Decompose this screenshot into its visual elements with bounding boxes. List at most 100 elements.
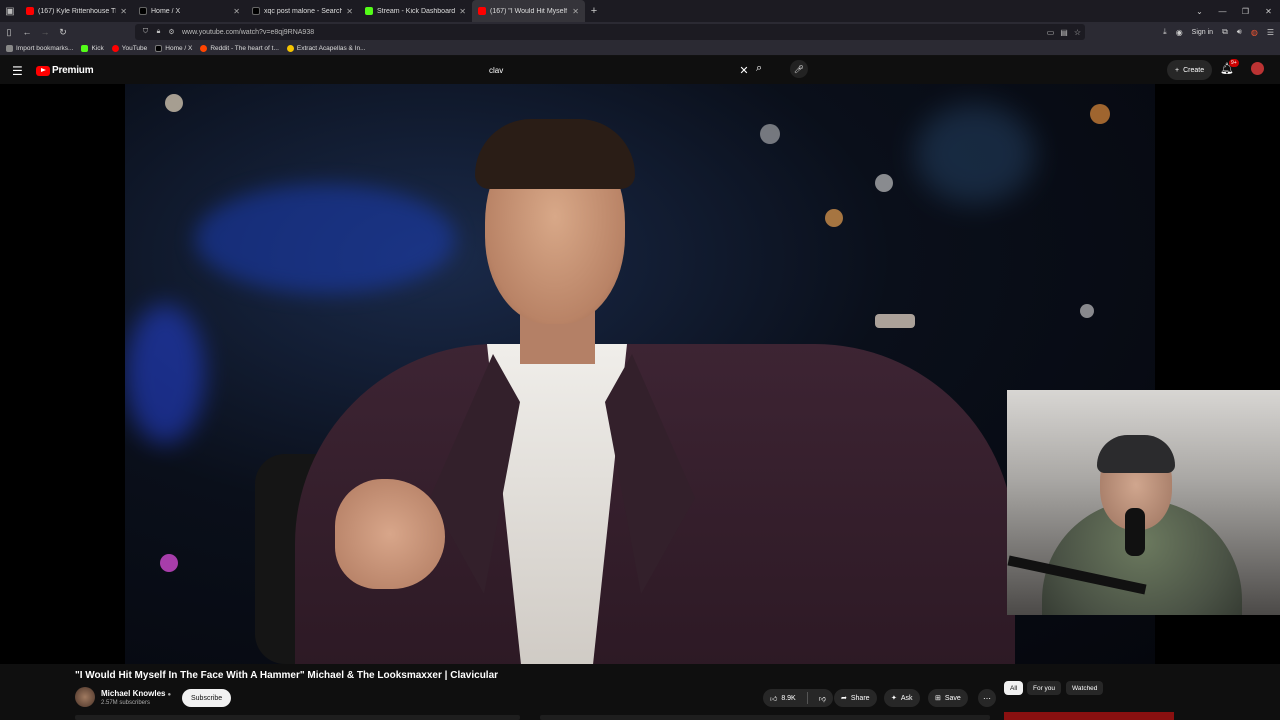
comments-preview[interactable] — [540, 715, 990, 720]
background-light — [915, 104, 1035, 204]
url-bar[interactable]: ⛉ 🔒︎ ⚙ www.youtube.com/watch?v=e8qj9RNA9… — [135, 24, 1085, 40]
new-tab-icon[interactable]: + — [585, 5, 603, 17]
tab-overview-icon[interactable]: ▣ — [0, 0, 20, 22]
reload-icon[interactable]: ↻ — [54, 22, 72, 42]
background-light — [875, 314, 915, 328]
bookmark-star-icon[interactable]: ☆ — [1074, 28, 1081, 37]
browser-tab[interactable]: Home / X ✕ — [133, 0, 246, 22]
subscribe-button[interactable]: Subscribe — [182, 689, 232, 707]
bookmark-item[interactable]: YouTube — [111, 45, 147, 52]
plus-icon: + — [1175, 66, 1180, 74]
pip-icon[interactable]: ▭ — [1047, 28, 1055, 37]
chip-watched[interactable]: Watched — [1066, 681, 1104, 695]
channel-name[interactable]: Michael Knowles ● — [101, 689, 171, 698]
bookmark-item[interactable]: Kick — [81, 45, 104, 52]
related-video-thumbnail[interactable] — [1004, 712, 1174, 720]
clear-search-icon[interactable]: ✕ — [735, 64, 753, 77]
back-icon[interactable]: ← — [18, 22, 36, 42]
background-light — [160, 554, 178, 572]
streamer-beanie — [1097, 435, 1175, 473]
sidebar-toggle-icon[interactable]: ▯ — [0, 22, 18, 42]
youtube-icon — [111, 45, 119, 52]
downloads-icon[interactable]: ⤓ — [1163, 27, 1167, 37]
webcam-overlay — [1007, 390, 1280, 615]
channel-avatar[interactable] — [75, 687, 95, 707]
kick-favicon-icon — [365, 7, 373, 15]
close-tab-icon[interactable]: ✕ — [233, 7, 240, 16]
guide-menu-icon[interactable]: ☰ — [12, 64, 23, 78]
save-button[interactable]: ⊞ Save — [928, 689, 968, 707]
minimize-icon[interactable]: — — [1211, 0, 1234, 22]
chip-all[interactable]: All — [1004, 681, 1024, 695]
voice-search-icon[interactable]: 🎤︎ — [790, 60, 808, 78]
search-input[interactable]: clav ✕ — [481, 59, 753, 81]
tab-label: xqc post malone - Search / X — [264, 7, 343, 15]
tab-label: Home / X — [151, 7, 181, 15]
tab-label: Stream - Kick Dashboard — [377, 7, 456, 15]
bookmark-item[interactable]: Import bookmarks... — [6, 45, 73, 52]
addon-badge-icon[interactable]: ◍ — [1251, 28, 1258, 37]
background-light — [1090, 104, 1110, 124]
background-light — [875, 174, 893, 192]
audio-icon[interactable]: 🔊︎ — [1237, 27, 1242, 37]
subscriber-count: 2.57M subscribers — [101, 700, 151, 706]
window-controls: ⌄ — ❐ ✕ — [1188, 0, 1280, 22]
notification-badge: 9+ — [1229, 59, 1239, 67]
list-tabs-icon[interactable]: ⌄ — [1188, 0, 1211, 22]
close-tab-icon[interactable]: ✕ — [572, 7, 579, 16]
bookmark-item[interactable]: Home / X — [155, 45, 192, 52]
account-icon[interactable]: ◉ — [1176, 28, 1183, 37]
forward-icon[interactable]: → — [36, 22, 54, 42]
close-tab-icon[interactable]: ✕ — [120, 7, 127, 16]
background-light — [125, 304, 205, 444]
youtube-logo[interactable]: Premium — [36, 65, 94, 76]
tab-label: (167) "I Would Hit Myself I — [490, 7, 569, 15]
share-button[interactable]: ➦ Share — [834, 689, 877, 707]
close-window-icon[interactable]: ✕ — [1257, 0, 1280, 22]
share-icon: ➦ — [841, 695, 847, 702]
extensions-icon[interactable]: ⧉ — [1222, 27, 1228, 37]
divider — [806, 692, 808, 704]
reddit-icon — [200, 45, 208, 52]
browser-tab[interactable]: Stream - Kick Dashboard ✕ — [359, 0, 472, 22]
create-label: Create — [1183, 66, 1205, 74]
reader-view-icon[interactable]: ▤ — [1060, 28, 1068, 37]
create-button[interactable]: + Create — [1167, 60, 1213, 80]
menu-icon[interactable]: ☰ — [1267, 28, 1274, 37]
browser-tab[interactable]: (167) Kyle Rittenhouse TRASHE ✕ — [20, 0, 133, 22]
restore-icon[interactable]: ❐ — [1234, 0, 1257, 22]
like-button[interactable]: 👍︎ 8.9K — [763, 689, 803, 707]
browser-tab-active[interactable]: (167) "I Would Hit Myself I ✕ — [472, 0, 585, 22]
bookmark-item[interactable]: Reddit - The heart of t... — [200, 45, 279, 52]
kick-icon — [81, 45, 89, 52]
chip-for-you[interactable]: For you — [1027, 681, 1062, 695]
smiley-icon — [286, 45, 294, 52]
bookmark-item[interactable]: Extract Acapellas & In... — [286, 45, 366, 52]
x-icon — [155, 45, 163, 52]
dislike-button[interactable]: 👎︎ — [812, 689, 833, 707]
x-favicon-icon — [252, 7, 260, 15]
sign-in-link[interactable]: Sign in — [1192, 29, 1213, 36]
verified-icon: ● — [167, 692, 172, 698]
ask-button[interactable]: ✦ Ask — [884, 689, 920, 707]
shield-icon[interactable]: ⛉ — [139, 28, 152, 36]
save-icon: ⊞ — [935, 695, 941, 702]
browser-tab[interactable]: xqc post malone - Search / X ✕ — [246, 0, 359, 22]
search-query[interactable]: clav — [489, 66, 735, 75]
close-tab-icon[interactable]: ✕ — [459, 7, 466, 16]
lock-icon[interactable]: 🔒︎ — [152, 28, 165, 36]
url-text[interactable]: www.youtube.com/watch?v=e8qj9RNA938 — [182, 29, 314, 36]
video-frame[interactable] — [125, 84, 1155, 664]
premium-logo-text: Premium — [52, 65, 94, 76]
description-preview[interactable] — [75, 715, 520, 720]
save-label: Save — [944, 694, 961, 702]
navigation-toolbar: ▯ ← → ↻ ⛉ 🔒︎ ⚙ www.youtube.com/watch?v=e… — [0, 22, 1280, 42]
page-settings-icon[interactable]: ⚙ — [165, 28, 178, 36]
close-tab-icon[interactable]: ✕ — [346, 7, 353, 16]
speaker-hair — [475, 119, 635, 189]
user-avatar[interactable] — [1251, 62, 1264, 75]
search-icon[interactable]: ⌕ — [756, 62, 762, 75]
more-actions-icon[interactable]: ⋯ — [978, 689, 996, 707]
video-player[interactable] — [0, 84, 1280, 664]
thumbs-up-icon: 👍︎ — [770, 695, 778, 703]
